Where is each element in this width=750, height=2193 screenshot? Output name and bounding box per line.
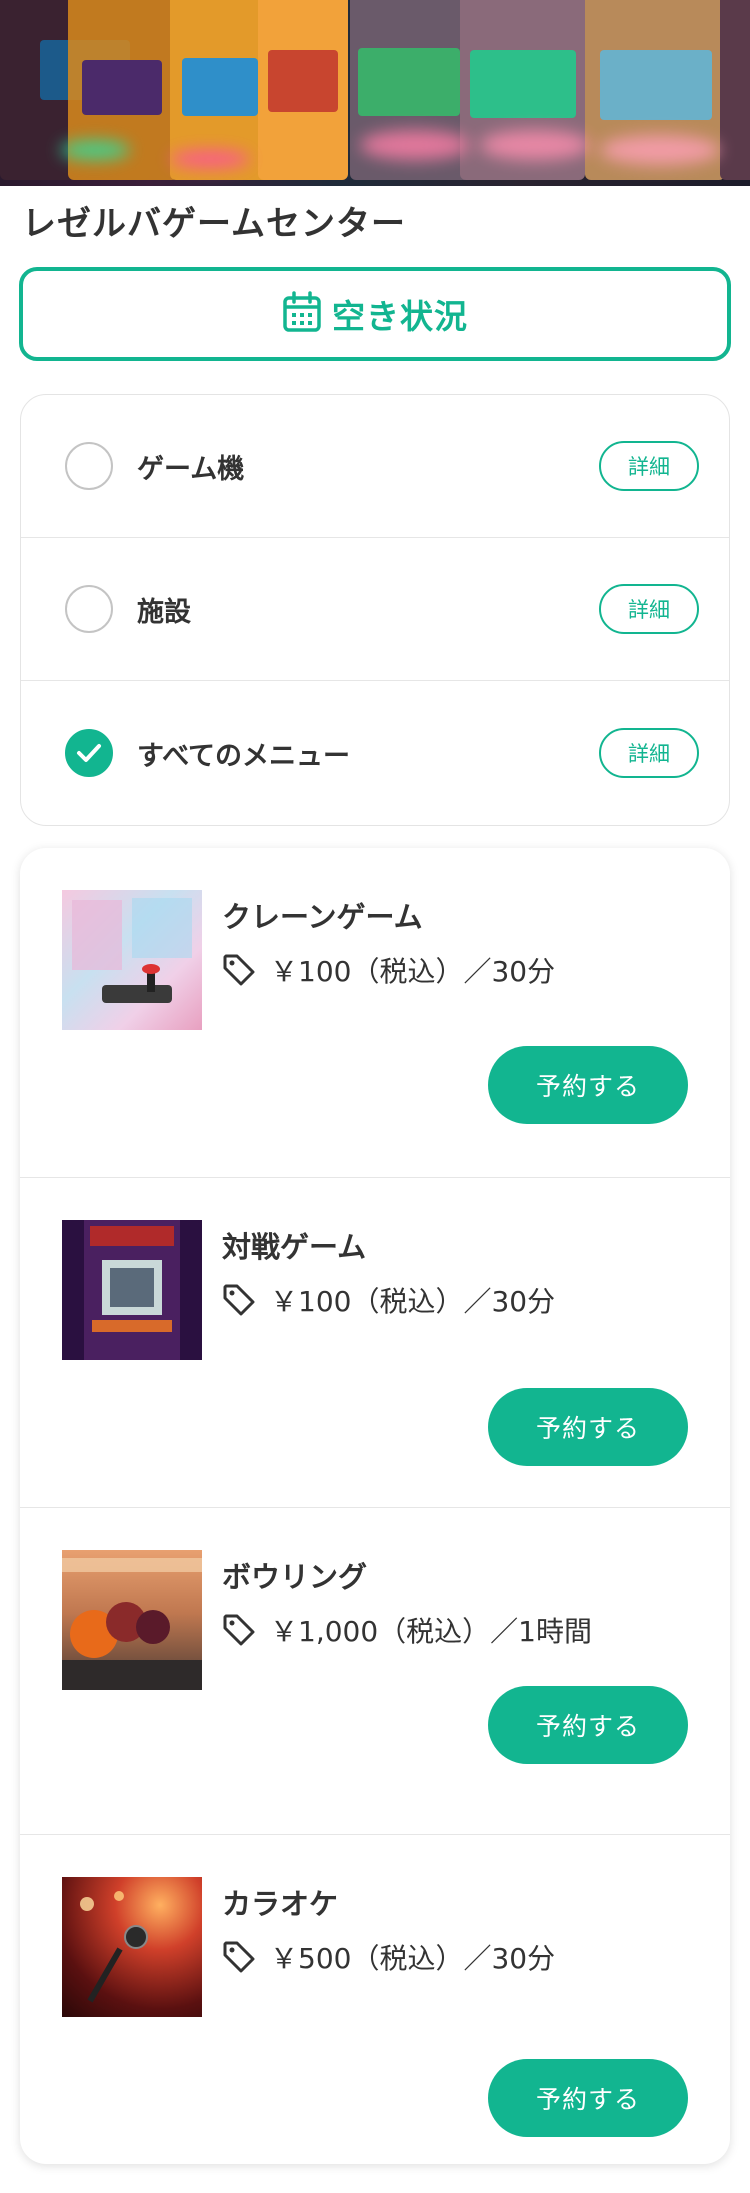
radio-checked[interactable]	[65, 729, 113, 777]
radio-unchecked[interactable]	[65, 585, 113, 633]
availability-button[interactable]: 空き状況	[19, 267, 731, 361]
page-title: レゼルバゲームセンター	[22, 204, 406, 244]
category-filter: ゲーム機 詳細 施設 詳細 すべてのメニュー 詳細	[20, 394, 730, 826]
radio-unchecked[interactable]	[65, 442, 113, 490]
detail-button[interactable]: 詳細	[599, 584, 699, 634]
detail-button[interactable]: 詳細	[599, 441, 699, 491]
reserve-button[interactable]: 予約する	[488, 1046, 688, 1124]
filter-label: ゲーム機	[137, 453, 245, 485]
menu-item-name: クレーンゲーム	[222, 900, 423, 934]
menu-item-name: 対戦ゲーム	[222, 1230, 367, 1264]
menu-item-name: ボウリング	[222, 1560, 368, 1594]
fighting-game-image	[62, 1220, 202, 1360]
check-icon	[77, 744, 101, 762]
price-tag-icon	[223, 1284, 255, 1316]
menu-item-price: ￥100（税込）／30分	[270, 1285, 556, 1318]
price-row: ￥100（税込）／30分	[222, 1280, 555, 1320]
menu-list: クレーンゲーム ￥100（税込）／30分 予約する 対戦ゲーム ￥100（税込）…	[20, 848, 730, 2164]
crane-game-image	[62, 890, 202, 1030]
menu-item-name: カラオケ	[222, 1887, 339, 1921]
menu-item: ボウリング ￥1,000（税込）／1時間 予約する	[20, 1508, 730, 1835]
menu-item-price: ￥100（税込）／30分	[270, 955, 556, 988]
menu-item: クレーンゲーム ￥100（税込）／30分 予約する	[20, 848, 730, 1178]
calendar-icon	[282, 291, 322, 337]
detail-button[interactable]: 詳細	[599, 728, 699, 778]
menu-item-price: ￥500（税込）／30分	[270, 1942, 556, 1975]
bowling-image	[62, 1550, 202, 1690]
filter-option-game-machines[interactable]: ゲーム機 詳細	[21, 395, 729, 538]
menu-item: 対戦ゲーム ￥100（税込）／30分 予約する	[20, 1178, 730, 1508]
filter-label: 施設	[137, 596, 191, 628]
filter-option-facilities[interactable]: 施設 詳細	[21, 538, 729, 681]
hero-image	[0, 0, 750, 186]
price-row: ￥100（税込）／30分	[222, 950, 555, 990]
price-tag-icon	[223, 1941, 255, 1973]
price-tag-icon	[223, 1614, 255, 1646]
price-row: ￥500（税込）／30分	[222, 1937, 555, 1977]
filter-option-all-menus[interactable]: すべてのメニュー 詳細	[21, 681, 729, 825]
karaoke-image	[62, 1877, 202, 2017]
price-row: ￥1,000（税込）／1時間	[222, 1610, 592, 1650]
availability-label: 空き状況	[332, 297, 468, 336]
menu-item-price: ￥1,000（税込）／1時間	[270, 1615, 592, 1648]
price-tag-icon	[223, 954, 255, 986]
reserve-button[interactable]: 予約する	[488, 1686, 688, 1764]
reserve-button[interactable]: 予約する	[488, 1388, 688, 1466]
filter-label: すべてのメニュー	[137, 740, 351, 772]
reserve-button[interactable]: 予約する	[488, 2059, 688, 2137]
menu-item: カラオケ ￥500（税込）／30分 予約する	[20, 1835, 730, 2164]
